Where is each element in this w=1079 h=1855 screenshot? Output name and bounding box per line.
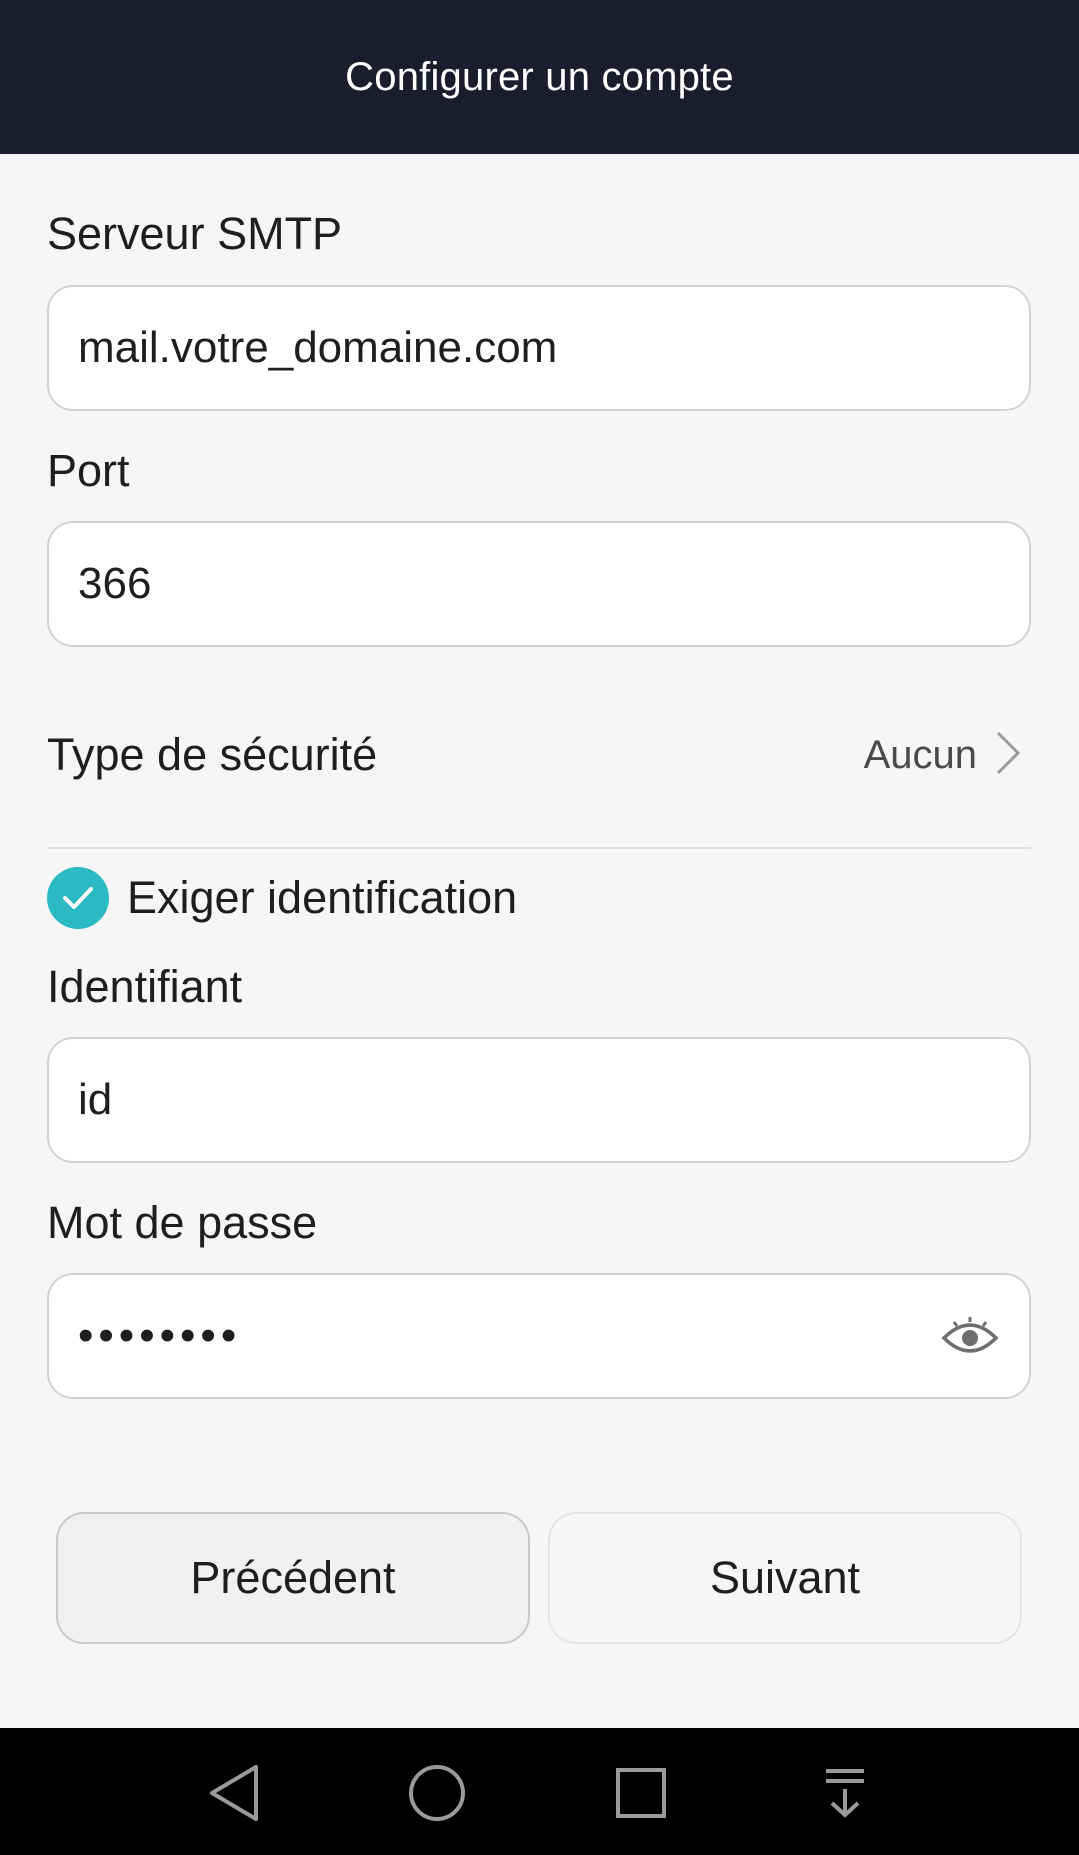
- title-bar: Configurer un compte: [0, 0, 1079, 154]
- smtp-server-label: Serveur SMTP: [47, 208, 343, 259]
- home-circle-icon[interactable]: [402, 1758, 472, 1828]
- security-type-label: Type de sécurité: [47, 729, 378, 780]
- port-input[interactable]: 366: [47, 521, 1031, 647]
- system-navigation-bar: [0, 1728, 1079, 1855]
- security-type-row[interactable]: Type de sécurité Aucun: [47, 700, 1031, 810]
- eye-icon[interactable]: [941, 1314, 999, 1358]
- username-input[interactable]: id: [47, 1037, 1031, 1163]
- password-label: Mot de passe: [47, 1197, 318, 1248]
- smtp-server-input[interactable]: mail.votre_domaine.com: [47, 285, 1031, 411]
- chevron-right-icon: [995, 730, 1021, 781]
- security-type-value: Aucun: [863, 732, 977, 777]
- password-input[interactable]: ••••••••: [47, 1273, 1031, 1399]
- recents-square-icon[interactable]: [606, 1758, 676, 1828]
- require-auth-checkbox-row[interactable]: Exiger identification: [47, 866, 517, 930]
- previous-button[interactable]: Précédent: [56, 1512, 530, 1644]
- next-button[interactable]: Suivant: [548, 1512, 1022, 1644]
- checkbox-checked-icon[interactable]: [47, 867, 109, 929]
- require-auth-label: Exiger identification: [127, 872, 518, 923]
- divider: [47, 847, 1031, 849]
- username-label: Identifiant: [47, 961, 243, 1012]
- security-type-selector[interactable]: Aucun: [864, 730, 1031, 781]
- port-label: Port: [47, 445, 130, 496]
- back-triangle-icon[interactable]: [199, 1758, 269, 1828]
- port-value: 366: [78, 559, 152, 608]
- username-value: id: [78, 1075, 113, 1124]
- app-screen: Configurer un compte Serveur SMTP mail.v…: [0, 0, 1079, 1855]
- smtp-server-value: mail.votre_domaine.com: [78, 323, 558, 372]
- password-masked-value: ••••••••: [78, 1311, 242, 1360]
- notification-pull-down-icon[interactable]: [810, 1758, 880, 1828]
- page-title: Configurer un compte: [345, 54, 734, 99]
